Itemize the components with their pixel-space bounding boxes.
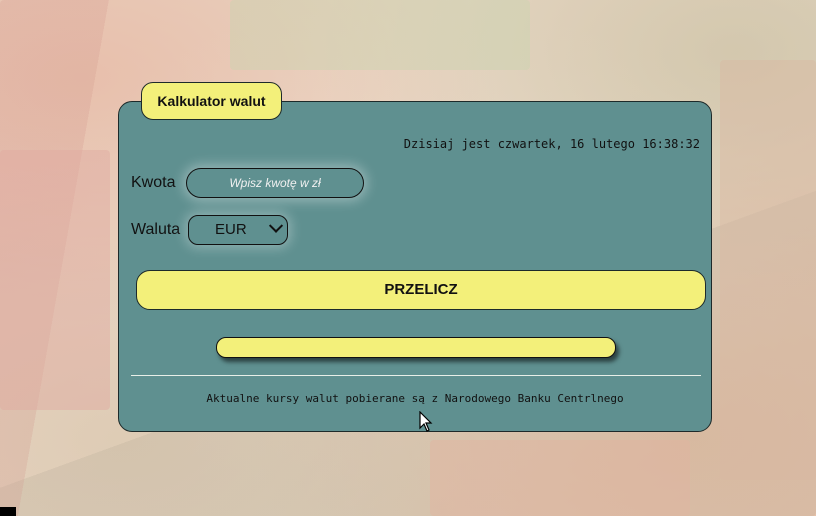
convert-button[interactable]: PRZELICZ — [136, 270, 706, 310]
footer-note: Aktualne kursy walut pobierane są z Naro… — [206, 392, 624, 405]
chevron-down-icon — [268, 218, 284, 233]
currency-selected-value: EUR — [215, 221, 247, 238]
currency-select[interactable]: EUR — [188, 215, 288, 245]
current-datetime: Dzisiaj jest czwartek, 16 lutego 16:38:3… — [403, 137, 700, 151]
divider — [131, 375, 701, 376]
result-output — [216, 337, 616, 358]
amount-label: Kwota — [131, 174, 176, 191]
mouse-cursor-icon — [419, 411, 433, 432]
currency-label: Waluta — [131, 221, 181, 238]
background-banknote-left — [0, 150, 110, 410]
background-banknote-right — [720, 60, 816, 480]
calculator-title: Kalkulator walut — [141, 82, 282, 120]
background-banknote-top — [230, 0, 530, 70]
amount-input[interactable] — [186, 168, 364, 198]
taskbar-corner — [0, 507, 16, 516]
background-banknote-bottom — [430, 440, 690, 516]
